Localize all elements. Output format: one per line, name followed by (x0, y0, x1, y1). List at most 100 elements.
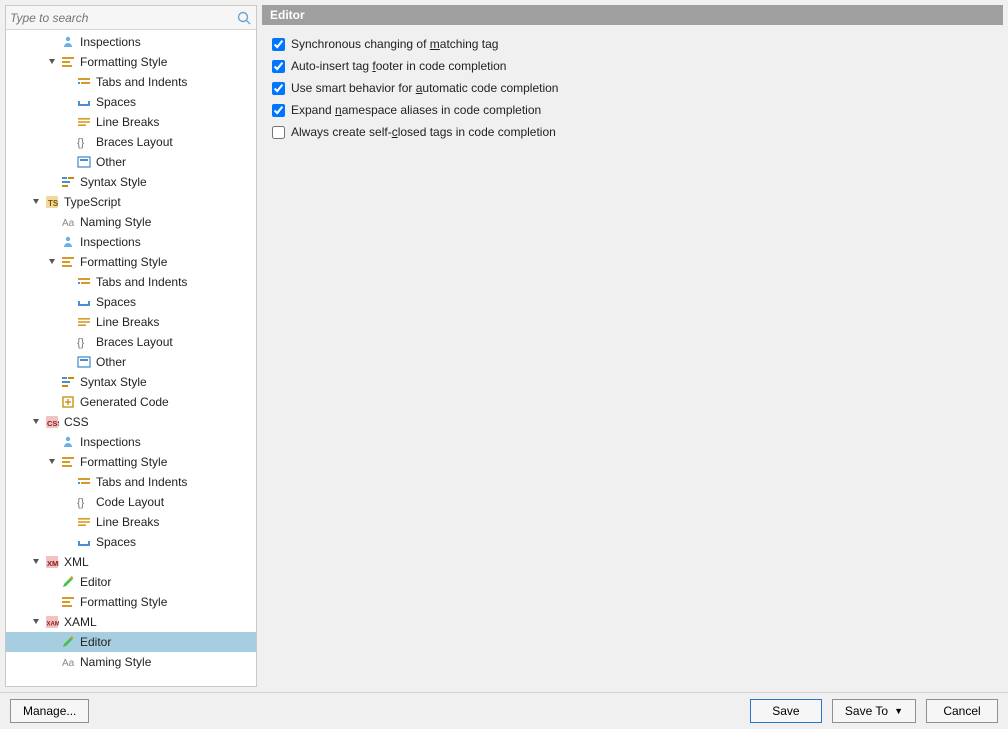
tree-item[interactable]: Other (6, 352, 256, 372)
search-icon[interactable] (236, 10, 252, 26)
tree-item[interactable]: Inspections (6, 32, 256, 52)
editor-icon (60, 634, 76, 650)
chevron-down-icon[interactable] (48, 257, 58, 267)
tree-item-label: Formatting Style (80, 255, 167, 269)
tree-item-label: Tabs and Indents (96, 75, 187, 89)
save-to-label: Save To (845, 704, 888, 718)
tree-item[interactable]: TSTypeScript (6, 192, 256, 212)
syntax-icon (60, 174, 76, 190)
manage-button[interactable]: Manage... (10, 699, 89, 723)
option-checkbox[interactable] (272, 60, 285, 73)
option-label[interactable]: Always create self-closed tags in code c… (291, 125, 556, 139)
tree-item[interactable]: Line Breaks (6, 112, 256, 132)
chevron-down-icon[interactable] (48, 57, 58, 67)
tree-item[interactable]: CSSCSS (6, 412, 256, 432)
search-row (6, 6, 256, 30)
tabs-icon (76, 74, 92, 90)
tree-item[interactable]: Editor (6, 572, 256, 592)
save-to-button[interactable]: Save To ▼ (832, 699, 916, 723)
tree-item[interactable]: XMLXML (6, 552, 256, 572)
option-checkbox[interactable] (272, 104, 285, 117)
svg-text:XAML: XAML (47, 622, 60, 628)
tree-item[interactable]: Inspections (6, 232, 256, 252)
tree-item[interactable]: Tabs and Indents (6, 72, 256, 92)
tree-item-label: Other (96, 355, 126, 369)
chevron-down-icon[interactable] (32, 197, 42, 207)
tree-item[interactable]: {}Braces Layout (6, 132, 256, 152)
tree-item-label: Line Breaks (96, 315, 159, 329)
tree-item[interactable]: {} Code Layout (6, 492, 256, 512)
tree-item[interactable]: Formatting Style (6, 52, 256, 72)
option-row: Auto-insert tag footer in code completio… (272, 55, 993, 77)
tree-item-label: Generated Code (80, 395, 169, 409)
option-label[interactable]: Auto-insert tag footer in code completio… (291, 59, 506, 73)
braces-icon: {} (76, 134, 92, 150)
tree-item[interactable]: Syntax Style (6, 172, 256, 192)
tree-item[interactable]: Spaces (6, 292, 256, 312)
tree-item[interactable]: Formatting Style (6, 592, 256, 612)
option-label[interactable]: Use smart behavior for automatic code co… (291, 81, 558, 95)
lines-icon (76, 314, 92, 330)
tabs-icon (76, 474, 92, 490)
spaces-icon (76, 294, 92, 310)
xml-icon: XML (44, 554, 60, 570)
tree-item[interactable]: Line Breaks (6, 512, 256, 532)
tree-item-label: Spaces (96, 535, 136, 549)
chevron-down-icon[interactable] (48, 457, 58, 467)
braces-icon: {} (76, 334, 92, 350)
tree-item[interactable]: Syntax Style (6, 372, 256, 392)
chevron-down-icon[interactable] (32, 557, 42, 567)
option-checkbox[interactable] (272, 126, 285, 139)
fmt-icon (60, 254, 76, 270)
braces-icon: {} (76, 494, 92, 510)
tree-item[interactable]: Formatting Style (6, 252, 256, 272)
tree-scroll[interactable]: InspectionsFormatting StyleTabs and Inde… (6, 30, 256, 686)
panel-title: Editor (262, 5, 1003, 25)
tree-item-label: Inspections (80, 235, 141, 249)
tree-item[interactable]: AaNaming Style (6, 652, 256, 672)
css-icon: CSS (44, 414, 60, 430)
chevron-down-icon[interactable] (32, 417, 42, 427)
svg-text:TS: TS (48, 199, 59, 208)
tree-item[interactable]: Editor (6, 632, 256, 652)
tree-item-label: Syntax Style (80, 375, 147, 389)
option-label[interactable]: Synchronous changing of matching tag (291, 37, 498, 51)
tree-item[interactable]: Tabs and Indents (6, 472, 256, 492)
tree-item[interactable]: Other (6, 152, 256, 172)
tree-item-label: Line Breaks (96, 115, 159, 129)
inspect-icon (60, 34, 76, 50)
fmt-icon (60, 594, 76, 610)
svg-text:{}: {} (77, 497, 85, 509)
tree-item[interactable]: Line Breaks (6, 312, 256, 332)
chevron-down-icon[interactable] (32, 617, 42, 627)
inspect-icon (60, 234, 76, 250)
search-input[interactable] (10, 11, 236, 25)
tree-item-label: Formatting Style (80, 55, 167, 69)
cancel-button[interactable]: Cancel (926, 699, 998, 723)
save-button[interactable]: Save (750, 699, 822, 723)
option-row: Expand namespace aliases in code complet… (272, 99, 993, 121)
tree-item-label: Braces Layout (96, 335, 173, 349)
tree-item[interactable]: Inspections (6, 432, 256, 452)
aa-icon: Aa (60, 654, 76, 670)
tree-item[interactable]: Tabs and Indents (6, 272, 256, 292)
tree-item[interactable]: Formatting Style (6, 452, 256, 472)
tree-item-label: Code Layout (96, 495, 164, 509)
ts-icon: TS (44, 194, 60, 210)
option-checkbox[interactable] (272, 82, 285, 95)
tree-item-label: Tabs and Indents (96, 275, 187, 289)
sidebar: InspectionsFormatting StyleTabs and Inde… (5, 5, 257, 687)
dropdown-icon: ▼ (894, 706, 903, 716)
tree-item[interactable]: {} Braces Layout (6, 332, 256, 352)
svg-text:CSS: CSS (47, 419, 59, 428)
tree-item-label: Spaces (96, 95, 136, 109)
tree-item[interactable]: Spaces (6, 92, 256, 112)
tree-item[interactable]: XAMLXAML (6, 612, 256, 632)
tree-item[interactable]: Spaces (6, 532, 256, 552)
option-checkbox[interactable] (272, 38, 285, 51)
option-row: Synchronous changing of matching tag (272, 33, 993, 55)
tree-item[interactable]: Generated Code (6, 392, 256, 412)
option-label[interactable]: Expand namespace aliases in code complet… (291, 103, 541, 117)
tree-item[interactable]: AaNaming Style (6, 212, 256, 232)
tree-item-label: Formatting Style (80, 595, 167, 609)
